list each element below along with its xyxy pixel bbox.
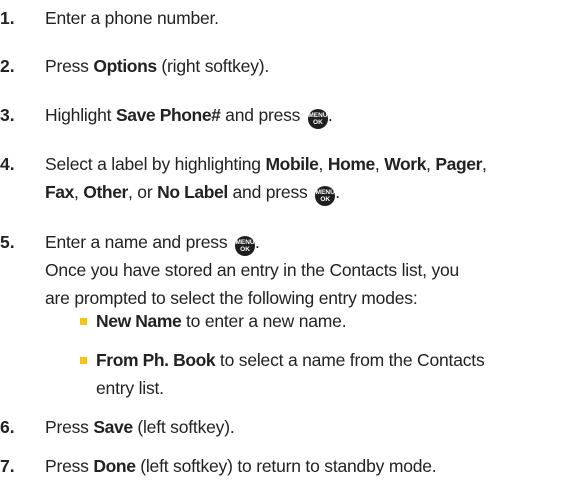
step-text: Enter a phone number. <box>45 4 580 32</box>
new-name-option-label: New Name <box>96 311 182 331</box>
step-number: 1. <box>0 8 15 28</box>
done-softkey-label: Done <box>93 456 136 476</box>
label-mobile: Mobile <box>265 154 319 174</box>
step-number: 7. <box>0 456 15 476</box>
step-note-line: Once you have stored an entry in the Con… <box>45 260 460 280</box>
label-work: Work <box>384 154 427 174</box>
label-other: Other <box>83 182 128 202</box>
label-no-label: No Label <box>157 182 228 202</box>
step-text-part: and press <box>220 105 305 125</box>
step-text: Select a label by highlighting Mobile, H… <box>45 150 580 206</box>
instruction-list: 1. Enter a phone number. 2. Press Option… <box>0 0 582 480</box>
step-text-part: Enter a phone number. <box>45 8 219 28</box>
step-text: Press Save (left softkey). <box>45 417 235 437</box>
step-text: Press Done (left softkey) to return to s… <box>45 456 437 476</box>
step-number: 2. <box>0 56 15 76</box>
step-text-part: (right softkey). <box>156 56 270 76</box>
label-fax: Fax <box>45 182 74 202</box>
step-text: Enter a name and press MENU OK. Once you … <box>45 228 580 312</box>
label-home: Home <box>327 154 375 174</box>
from-phonebook-option-label: From Ph. Book <box>96 350 216 370</box>
bullet-text: From Ph. Book to select a name from the … <box>96 350 485 398</box>
options-softkey-label: Options <box>93 56 157 76</box>
step-number: 5. <box>0 232 15 252</box>
bullet-square-icon <box>80 318 87 325</box>
step-text: Highlight Save Phone# and press MENU OK. <box>45 101 580 129</box>
step-number: 6. <box>0 417 15 437</box>
bullet-square-icon <box>80 357 87 364</box>
step-text-part: Press <box>45 56 94 76</box>
bullet-text: New Name to enter a new name. <box>96 311 347 331</box>
step-number: 4. <box>0 154 15 174</box>
menu-ok-key-icon: MENU OK <box>315 186 336 206</box>
save-phone-option-label: Save Phone# <box>115 105 221 125</box>
save-softkey-label: Save <box>93 417 133 437</box>
menu-ok-key-icon: MENU OK <box>235 236 256 256</box>
step-text-part: Select a label by highlighting <box>45 154 266 174</box>
step-text: Press Options (right softkey). <box>45 52 580 80</box>
step-text-part: Highlight <box>45 105 116 125</box>
menu-ok-key-icon: MENU OK <box>307 109 328 129</box>
label-pager: Pager <box>435 154 482 174</box>
step-text-part: Enter a name and press <box>45 232 233 252</box>
step-number: 3. <box>0 105 15 125</box>
